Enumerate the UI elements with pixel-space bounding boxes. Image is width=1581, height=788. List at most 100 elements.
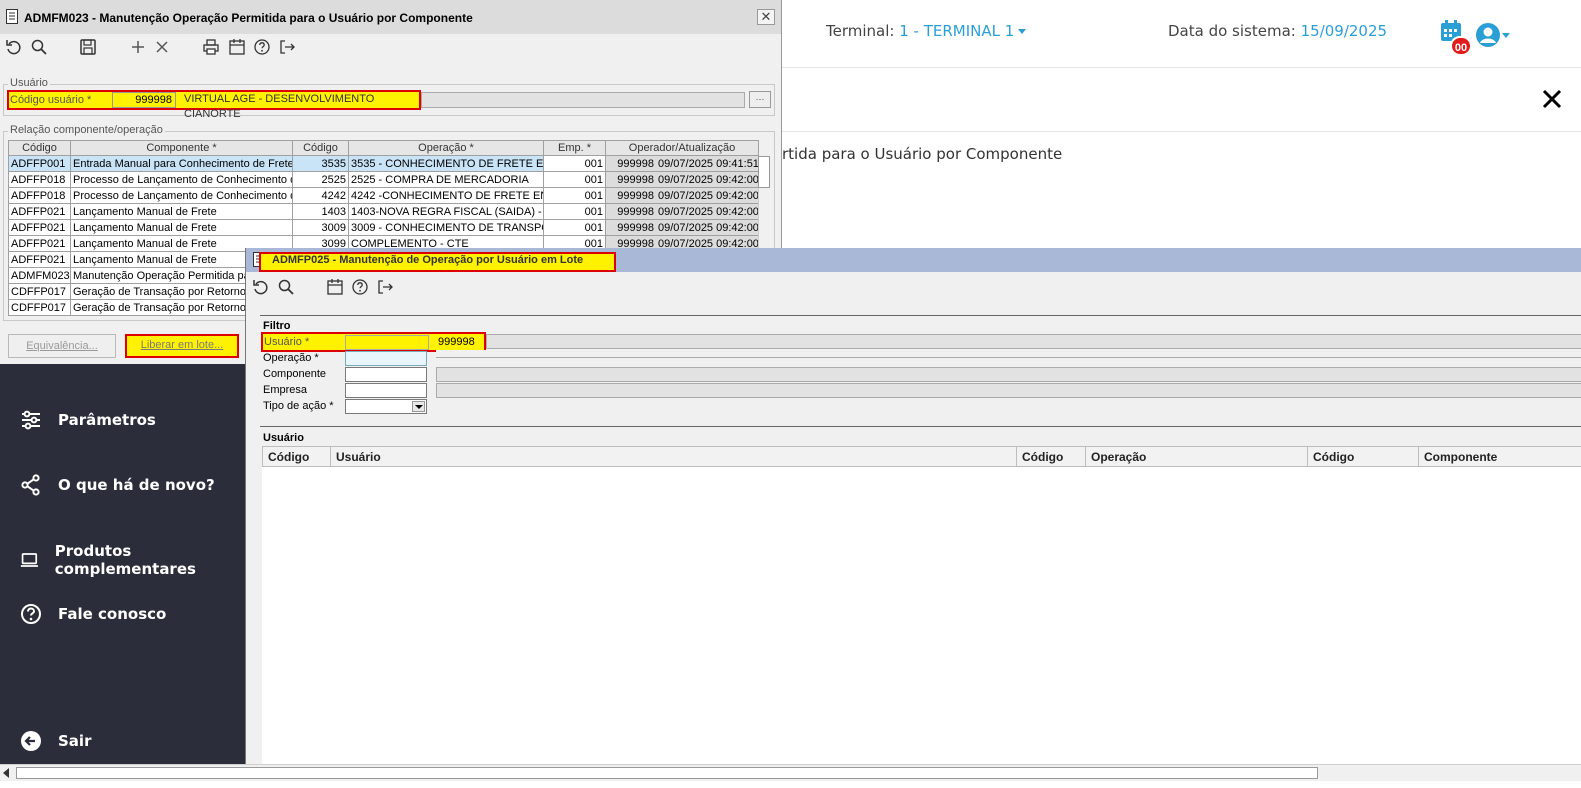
table-cell[interactable]: ADFFP018	[8, 187, 71, 204]
table-cell[interactable]: CDFFP017	[8, 283, 71, 300]
operador-atualizacao-cell[interactable]: 999998 09/07/2025 09:42:00	[605, 171, 759, 188]
scrollbar-thumb[interactable]	[758, 156, 770, 188]
col-header[interactable]: Código	[262, 446, 331, 467]
add-icon[interactable]	[129, 38, 147, 56]
calendar-icon[interactable]	[228, 38, 246, 56]
table-cell[interactable]: 1403	[292, 203, 349, 220]
help-icon[interactable]	[253, 38, 271, 56]
table-cell[interactable]: 001	[543, 155, 606, 172]
search-icon[interactable]	[30, 38, 48, 56]
scroll-left-icon[interactable]	[3, 768, 9, 778]
col-header[interactable]: Emp. *	[543, 140, 606, 156]
print-icon[interactable]	[202, 38, 220, 56]
operador-value: 999998	[617, 189, 654, 202]
exit-icon[interactable]	[278, 38, 296, 56]
table-cell[interactable]: 001	[543, 219, 606, 236]
toolbar	[0, 34, 781, 60]
table-cell[interactable]: ADFFP001	[8, 155, 71, 172]
chevron-down-icon[interactable]	[412, 401, 425, 412]
sidebar-item-sair[interactable]: Sair	[20, 730, 91, 752]
componente-field[interactable]	[345, 367, 427, 382]
chevron-down-icon[interactable]	[1502, 33, 1510, 38]
search-icon[interactable]	[277, 278, 295, 296]
col-header[interactable]: Código	[292, 140, 349, 156]
help-icon[interactable]	[351, 278, 369, 296]
col-header[interactable]: Componente *	[70, 140, 293, 156]
col-header[interactable]: Código	[1016, 446, 1086, 467]
codigo-usuario-field[interactable]: 999998	[112, 92, 176, 108]
table-cell[interactable]: 3009 - CONHECIMENTO DE TRANSPORT	[348, 219, 544, 236]
lookup-button[interactable]: ⋯	[749, 91, 771, 108]
table-cell[interactable]: 3535	[292, 155, 349, 172]
liberar-em-lote-button[interactable]: Liberar em lote...	[128, 337, 236, 355]
horizontal-scrollbar[interactable]	[0, 764, 1581, 781]
table-cell[interactable]: 4242	[292, 187, 349, 204]
table-cell[interactable]: 2525	[292, 171, 349, 188]
calendar-icon[interactable]	[326, 278, 344, 296]
save-icon[interactable]	[79, 38, 97, 56]
operador-value: 999998	[617, 221, 654, 234]
table-cell[interactable]: Entrada Manual para Conhecimento de Fret…	[70, 155, 293, 172]
col-header[interactable]: Operação *	[348, 140, 544, 156]
table-cell[interactable]: 2525 - COMPRA DE MERCADORIA	[348, 171, 544, 188]
table-row[interactable]: ADFFP021 Lançamento Manual de Frete 3009 30…	[8, 219, 759, 236]
col-header[interactable]: Usuário	[330, 446, 1017, 467]
delete-icon[interactable]	[153, 38, 171, 56]
notification-badge[interactable]: 00	[1450, 36, 1472, 56]
table-cell[interactable]: 3009	[292, 219, 349, 236]
usuario-grid-body[interactable]	[262, 446, 1581, 764]
table-cell[interactable]: Processo de Lançamento de Conhecimento d…	[70, 171, 293, 188]
table-cell[interactable]: 3535 - CONHECIMENTO DE FRETE ENTR	[348, 155, 544, 172]
user-avatar-icon[interactable]	[1475, 22, 1501, 48]
table-cell[interactable]: 1403-NOVA REGRA FISCAL (SAIDA) - E	[348, 203, 544, 220]
col-header[interactable]: Código	[8, 140, 71, 156]
sysdate-value: 15/09/2025	[1300, 22, 1388, 40]
table-cell[interactable]: ADMFM023	[8, 267, 71, 284]
chevron-down-icon[interactable]	[1018, 29, 1027, 34]
table-cell[interactable]: ADFFP021	[8, 203, 71, 220]
table-cell[interactable]: ADFFP021	[8, 235, 71, 252]
table-cell[interactable]: 001	[543, 203, 606, 220]
empresa-field[interactable]	[345, 383, 427, 398]
terminal-value[interactable]: 1 - TERMINAL 1	[899, 22, 1014, 40]
col-header[interactable]: Operador/Atualização	[605, 140, 759, 156]
table-cell[interactable]: ADFFP021	[8, 251, 71, 268]
col-header[interactable]: Componente	[1418, 446, 1581, 467]
col-header[interactable]: Operação	[1085, 446, 1308, 467]
col-header[interactable]: Código	[1307, 446, 1419, 467]
table-row[interactable]: ADFFP018 Processo de Lançamento de Conhec…	[8, 187, 759, 204]
table-cell[interactable]: Processo de Lançamento de Conhecimento d…	[70, 187, 293, 204]
table-cell[interactable]: 001	[543, 187, 606, 204]
refresh-icon[interactable]	[252, 278, 270, 296]
table-row[interactable]: ADFFP001 Entrada Manual para Conhecimento…	[8, 155, 759, 172]
table-cell[interactable]: 4242 -CONHECIMENTO DE FRETE ENTRA	[348, 187, 544, 204]
table-cell[interactable]: 001	[543, 171, 606, 188]
table-cell[interactable]: CDFFP017	[8, 299, 71, 316]
usuario-field[interactable]	[345, 335, 429, 350]
exit-icon[interactable]	[376, 278, 394, 296]
sidebar-item-produtos[interactable]: Produtos complementares	[20, 542, 245, 578]
sidebar-item-parametros[interactable]: Parâmetros	[20, 409, 156, 431]
operacao-label: Operação *	[263, 352, 319, 364]
componente-label: Componente	[263, 368, 326, 380]
table-cell[interactable]: Lançamento Manual de Frete	[70, 203, 293, 220]
table-row[interactable]: ADFFP018 Processo de Lançamento de Conhec…	[8, 171, 759, 188]
table-cell[interactable]: ADFFP021	[8, 219, 71, 236]
table-cell[interactable]: Lançamento Manual de Frete	[70, 219, 293, 236]
close-button[interactable]: ✕	[757, 9, 775, 25]
equivalencia-button[interactable]: Equivalência...	[8, 334, 116, 358]
sidebar-item-fale-conosco[interactable]: Fale conosco	[20, 603, 166, 625]
tipo-acao-select[interactable]	[345, 399, 427, 414]
operador-atualizacao-cell[interactable]: 999998 09/07/2025 09:42:00	[605, 203, 759, 220]
operacao-field[interactable]	[345, 351, 427, 366]
close-icon[interactable]	[1541, 88, 1563, 110]
operador-atualizacao-cell[interactable]: 999998 09/07/2025 09:41:51	[605, 155, 759, 172]
scrollbar-thumb[interactable]	[16, 767, 1318, 779]
terminal-selector[interactable]: Terminal: 1 - TERMINAL 1	[826, 22, 1027, 40]
table-cell[interactable]: ADFFP018	[8, 171, 71, 188]
sidebar-item-novidades[interactable]: O que há de novo?	[20, 474, 215, 496]
table-row[interactable]: ADFFP021 Lançamento Manual de Frete 1403 14…	[8, 203, 759, 220]
refresh-icon[interactable]	[5, 38, 23, 56]
operador-atualizacao-cell[interactable]: 999998 09/07/2025 09:42:00	[605, 187, 759, 204]
operador-atualizacao-cell[interactable]: 999998 09/07/2025 09:42:00	[605, 219, 759, 236]
